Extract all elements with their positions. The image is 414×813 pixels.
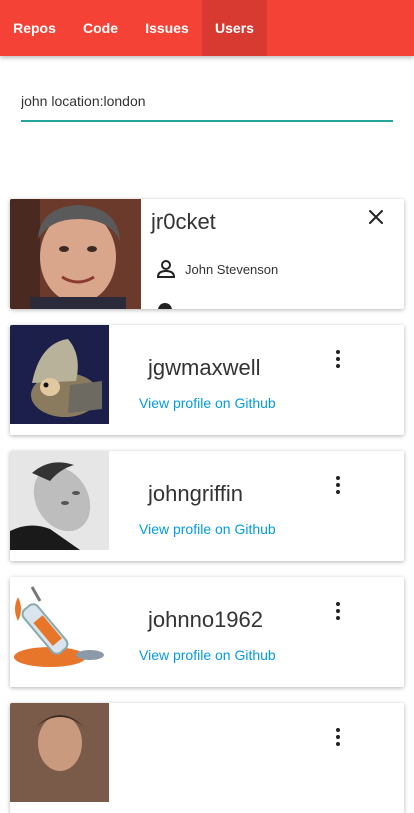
avatar xyxy=(10,325,109,424)
search-field xyxy=(21,84,393,122)
avatar xyxy=(10,199,141,309)
app-bar: Repos Code Issues Users xyxy=(0,0,414,56)
username: jr0cket xyxy=(151,209,216,234)
avatar xyxy=(10,703,109,802)
username: johnno1962 xyxy=(148,607,264,632)
view-profile-link[interactable]: View profile on Github xyxy=(139,395,276,411)
user-card[interactable]: johngriffin View profile on Github xyxy=(10,451,404,561)
tab-code[interactable]: Code xyxy=(69,0,132,56)
tab-users[interactable]: Users xyxy=(202,0,267,56)
person-icon xyxy=(156,260,176,278)
view-profile-link[interactable]: View profile on Github xyxy=(139,521,276,537)
user-card[interactable]: johnno1962 View profile on Github xyxy=(10,577,404,687)
more-vert-icon[interactable] xyxy=(328,725,348,749)
view-profile-link[interactable]: View profile on Github xyxy=(139,647,276,663)
full-name-row: John Stevenson xyxy=(156,259,278,279)
user-card[interactable] xyxy=(10,703,404,813)
tab-issues[interactable]: Issues xyxy=(132,0,202,56)
close-icon[interactable] xyxy=(366,207,386,227)
username: jgwmaxwell xyxy=(148,355,261,380)
avatar xyxy=(10,577,109,676)
user-card-expanded[interactable]: jr0cket John Stevenson xyxy=(10,199,404,309)
more-vert-icon[interactable] xyxy=(328,473,348,497)
more-vert-icon[interactable] xyxy=(328,599,348,623)
user-card[interactable]: jgwmaxwell View profile on Github xyxy=(10,325,404,435)
location-icon xyxy=(158,303,172,309)
search-input[interactable] xyxy=(21,84,393,118)
tab-repos[interactable]: Repos xyxy=(0,0,69,56)
full-name: John Stevenson xyxy=(185,261,279,277)
more-vert-icon[interactable] xyxy=(328,347,348,371)
avatar xyxy=(10,451,109,550)
username: johngriffin xyxy=(148,481,243,506)
